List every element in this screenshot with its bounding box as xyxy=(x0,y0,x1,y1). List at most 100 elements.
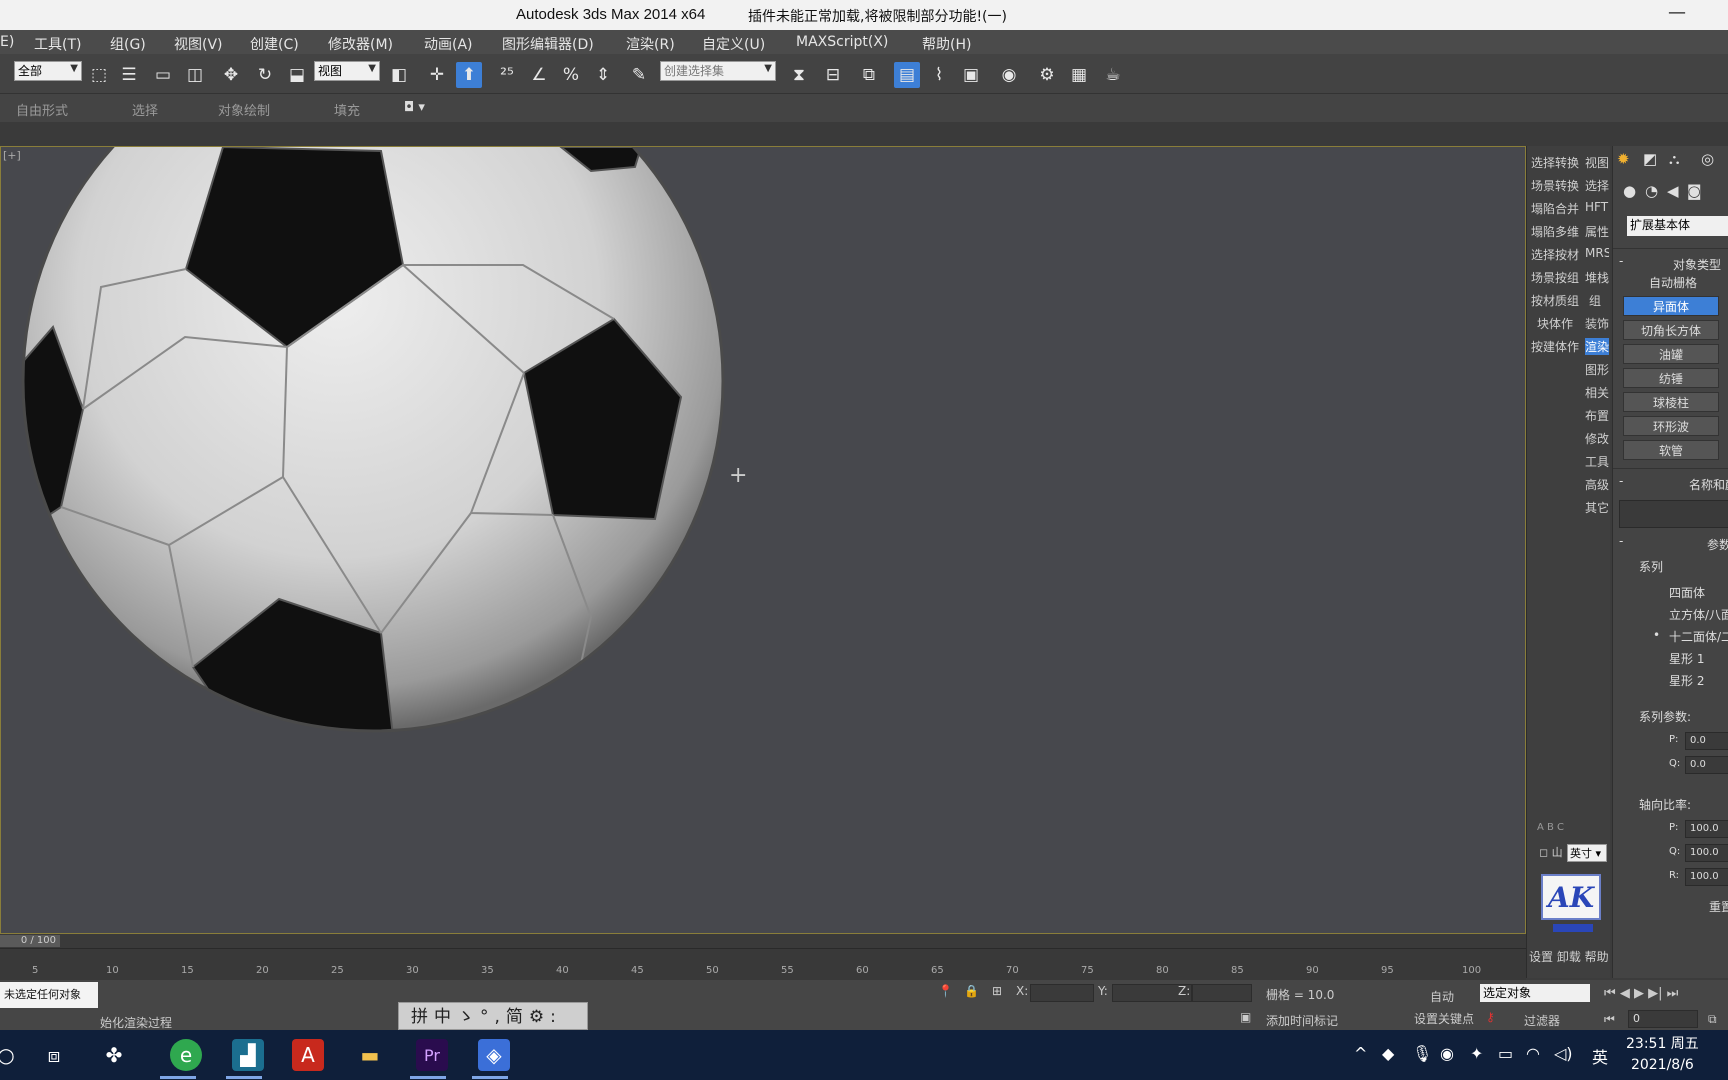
microphone-icon[interactable]: 🎙 xyxy=(1412,1044,1432,1063)
angle-snap-icon[interactable]: ∠ xyxy=(526,62,552,88)
tray-app-icon[interactable]: ✦ xyxy=(1470,1044,1483,1063)
object-name-field[interactable] xyxy=(1619,500,1728,528)
select-manipulate-icon[interactable]: ✛ xyxy=(424,62,450,88)
blue-app-icon[interactable]: ◈ xyxy=(478,1039,510,1071)
strip-item[interactable]: 塌陷合并 xyxy=(1531,200,1581,217)
collapse-icon[interactable]: - xyxy=(1619,254,1623,268)
tray-app-icon[interactable]: ◆ xyxy=(1382,1044,1394,1063)
strip-item-selected[interactable]: 渲染 xyxy=(1585,338,1609,355)
ribbon-toggle-icon[interactable]: ◘ ▾ xyxy=(404,100,425,115)
parameters-header[interactable]: 参数 xyxy=(1707,536,1728,553)
spindle-button[interactable]: 纺锤 xyxy=(1623,368,1719,388)
ribbon-tab-populate[interactable]: 填充 xyxy=(334,100,360,119)
menu-group[interactable]: 组(G) xyxy=(110,34,146,54)
radio-star1[interactable]: 星形 1 xyxy=(1669,650,1704,667)
radio-tetra[interactable]: 四面体 xyxy=(1669,584,1705,601)
menu-rendering[interactable]: 渲染(R) xyxy=(626,34,675,54)
strip-item[interactable]: 场景转换 xyxy=(1531,177,1581,194)
absolute-mode-icon[interactable]: ⊞ xyxy=(992,984,1002,998)
menu-maxscript[interactable]: MAXScript(X) xyxy=(796,34,888,50)
time-slider-knob[interactable]: 0 / 100 xyxy=(0,935,60,947)
strip-footer[interactable]: 设置 卸载 帮助 xyxy=(1529,948,1609,965)
oiltank-button[interactable]: 油罐 xyxy=(1623,344,1719,364)
shapes-icon[interactable]: ◔ xyxy=(1645,182,1658,200)
collapse-icon[interactable]: - xyxy=(1619,534,1623,548)
scene-explorer-icon[interactable]: ▤ xyxy=(894,62,920,88)
strip-item[interactable]: HFT xyxy=(1585,200,1609,214)
wechat-icon[interactable]: ◉ xyxy=(1440,1044,1454,1063)
strip-item[interactable]: 装饰 xyxy=(1585,315,1609,332)
strip-item[interactable]: 按材质组 xyxy=(1531,292,1581,309)
menu-help[interactable]: 帮助(H) xyxy=(922,34,971,54)
autogrid-checkbox[interactable]: 自动栅格 xyxy=(1649,274,1697,291)
playback-controls[interactable]: ⏮ ◀ ▶ ▶| ⏭ xyxy=(1604,986,1678,1001)
strip-item[interactable]: 选择 xyxy=(1585,177,1609,194)
strip-item[interactable]: 视图 xyxy=(1585,154,1609,171)
select-by-name-icon[interactable]: ☰ xyxy=(116,62,142,88)
ribbon-tab-object-paint[interactable]: 对象绘制 xyxy=(218,100,270,119)
keyboard-shortcut-override-icon[interactable]: ⬆ xyxy=(456,62,482,88)
green-browser-icon[interactable]: e xyxy=(170,1039,202,1071)
strip-item[interactable]: 块体作 xyxy=(1537,315,1581,332)
strip-item[interactable]: 相关 xyxy=(1585,384,1609,401)
autocad-app-icon[interactable]: A xyxy=(292,1039,324,1071)
pivot-center-icon[interactable]: ◧ xyxy=(386,62,412,88)
premiere-app-icon[interactable]: Pr xyxy=(416,1039,448,1071)
auto-key-button[interactable]: 自动 xyxy=(1430,988,1454,1005)
x-coord-field[interactable] xyxy=(1030,984,1094,1002)
strip-item[interactable]: 塌陷多维 xyxy=(1531,223,1581,240)
z-coord-field[interactable] xyxy=(1192,984,1252,1002)
timeline-ruler[interactable]: 5 10 15 20 25 30 35 40 45 50 55 60 65 70… xyxy=(0,948,1526,980)
rotate-icon[interactable]: ↻ xyxy=(252,62,278,88)
time-slider[interactable]: 0 / 100 xyxy=(0,934,1526,948)
mirror-icon[interactable]: ⧗ xyxy=(786,62,812,88)
strip-item[interactable]: 高级 xyxy=(1585,476,1609,493)
menu-tools[interactable]: 工具(T) xyxy=(34,34,81,54)
strip-item[interactable]: 堆栈 xyxy=(1585,269,1609,286)
create-tab-icon[interactable]: ✹ xyxy=(1617,150,1630,168)
battery-icon[interactable]: ▭ xyxy=(1498,1044,1513,1063)
menu-create[interactable]: 创建(C) xyxy=(250,34,299,54)
ribbon-tab-freeform[interactable]: 自由形式 xyxy=(16,100,68,119)
r-scale-field[interactable]: 100.0 xyxy=(1685,868,1728,886)
pin-icon[interactable]: 📍 xyxy=(938,984,953,998)
ime-toolbar[interactable]: 拼中ゝ°,简⚙: xyxy=(398,1002,588,1030)
modify-tab-icon[interactable]: ◩ xyxy=(1643,150,1657,168)
collapse-icon[interactable]: - xyxy=(1619,474,1623,488)
scale-icon[interactable]: ⬓ xyxy=(284,62,310,88)
key-icon[interactable]: ⚷ xyxy=(1486,1010,1495,1024)
set-key-button[interactable]: 设置关键点 xyxy=(1414,1010,1474,1027)
spinner-snap-icon[interactable]: ⇕ xyxy=(590,62,616,88)
ringwave-button[interactable]: 环形波 xyxy=(1623,416,1719,436)
add-time-tag[interactable]: 添加时间标记 xyxy=(1266,1012,1338,1029)
render-setup-icon[interactable]: ⚙ xyxy=(1034,62,1060,88)
align-icon[interactable]: ⊟ xyxy=(820,62,846,88)
name-color-header[interactable]: 名称和颜色 xyxy=(1689,476,1728,493)
lock-icon[interactable]: 🔒 xyxy=(964,984,979,998)
edit-named-selection-icon[interactable]: ✎ xyxy=(626,62,652,88)
curve-editor-icon[interactable]: ⌇ xyxy=(926,62,952,88)
perspective-viewport[interactable]: [+] + xyxy=(0,146,1526,934)
menu-graph-editors[interactable]: 图形编辑器(D) xyxy=(502,34,594,54)
hedra-button[interactable]: 异面体 xyxy=(1623,296,1719,316)
strip-item[interactable]: 布置 xyxy=(1585,407,1609,424)
p-scale-field[interactable]: 100.0 xyxy=(1685,820,1728,838)
move-icon[interactable]: ✥ xyxy=(218,62,244,88)
schematic-view-icon[interactable]: ▣ xyxy=(958,62,984,88)
strip-item[interactable]: 工具 xyxy=(1585,453,1609,470)
3dsmax-app-icon[interactable]: ▟ xyxy=(232,1039,264,1071)
motion-tab-icon[interactable]: ◎ xyxy=(1701,150,1714,168)
snaps-toggle-icon[interactable]: ²⁵ xyxy=(494,62,520,88)
radio-star2[interactable]: 星形 2 xyxy=(1669,672,1704,689)
lights-icon[interactable]: ◀ xyxy=(1667,182,1679,200)
named-selection-dropdown[interactable]: 创建选择集 ▼ xyxy=(660,61,776,81)
chamferbox-button[interactable]: 切角长方体 xyxy=(1623,320,1719,340)
q-scale-field[interactable]: 100.0 xyxy=(1685,844,1728,862)
current-frame-field[interactable]: 0 xyxy=(1628,1010,1698,1028)
layer-manager-icon[interactable]: ⧉ xyxy=(856,62,882,88)
rendered-frame-window-icon[interactable]: ▦ xyxy=(1066,62,1092,88)
wifi-icon[interactable]: ◠ xyxy=(1526,1044,1540,1063)
units-dropdown[interactable]: 英寸 ▾ xyxy=(1567,844,1607,862)
system-clock[interactable]: 23:51 周五 2021/8/6 xyxy=(1626,1034,1699,1076)
strip-item[interactable]: 修改 xyxy=(1585,430,1609,447)
